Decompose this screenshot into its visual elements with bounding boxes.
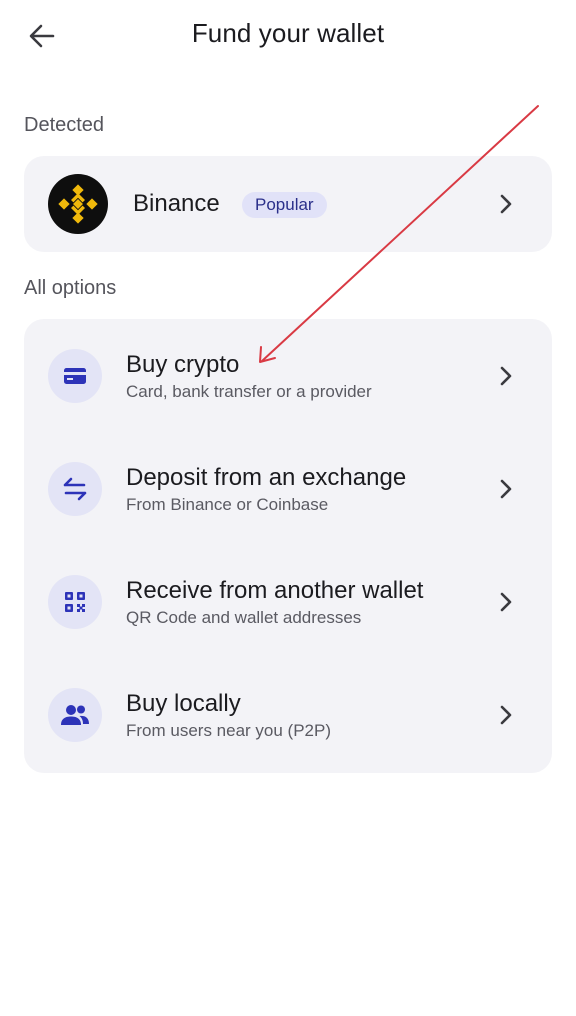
chevron-right-icon (496, 590, 516, 614)
qr-code-icon (48, 575, 102, 629)
chevron-right-icon (496, 364, 516, 388)
option-subtitle: Card, bank transfer or a provider (126, 382, 372, 401)
detected-section-label: Detected (24, 114, 105, 136)
option-receive-wallet[interactable]: Receive from another wallet QR Code and … (24, 545, 552, 658)
option-buy-locally[interactable]: Buy locally From users near you (P2P) (24, 658, 552, 771)
credit-card-icon (48, 349, 102, 403)
option-title: Buy crypto (126, 351, 240, 378)
fund-wallet-screen: Fund your wallet Detected Binance Popula… (0, 0, 576, 1016)
binance-logo-icon (48, 174, 108, 234)
option-title: Receive from another wallet (126, 577, 424, 604)
header: Fund your wallet (0, 0, 576, 72)
chevron-right-icon (496, 192, 516, 216)
all-options-card: Buy crypto Card, bank transfer or a prov… (24, 319, 552, 773)
swap-arrows-icon (48, 462, 102, 516)
detected-card: Binance Popular (24, 156, 552, 252)
option-title: Deposit from an exchange (126, 464, 407, 491)
option-subtitle: From Binance or Coinbase (126, 495, 329, 514)
provider-name: Binance (133, 190, 220, 217)
popular-badge: Popular (242, 192, 327, 218)
binance-option[interactable]: Binance Popular (24, 156, 552, 252)
chevron-right-icon (496, 703, 516, 727)
option-subtitle: From users near you (P2P) (126, 721, 332, 740)
option-title: Buy locally (126, 690, 241, 717)
page-title: Fund your wallet (191, 18, 385, 48)
all-options-section-label: All options (24, 277, 117, 299)
users-icon (48, 688, 102, 742)
option-subtitle: QR Code and wallet addresses (126, 608, 362, 627)
chevron-right-icon (496, 477, 516, 501)
option-deposit-exchange[interactable]: Deposit from an exchange From Binance or… (24, 432, 552, 545)
option-buy-crypto[interactable]: Buy crypto Card, bank transfer or a prov… (24, 319, 552, 432)
